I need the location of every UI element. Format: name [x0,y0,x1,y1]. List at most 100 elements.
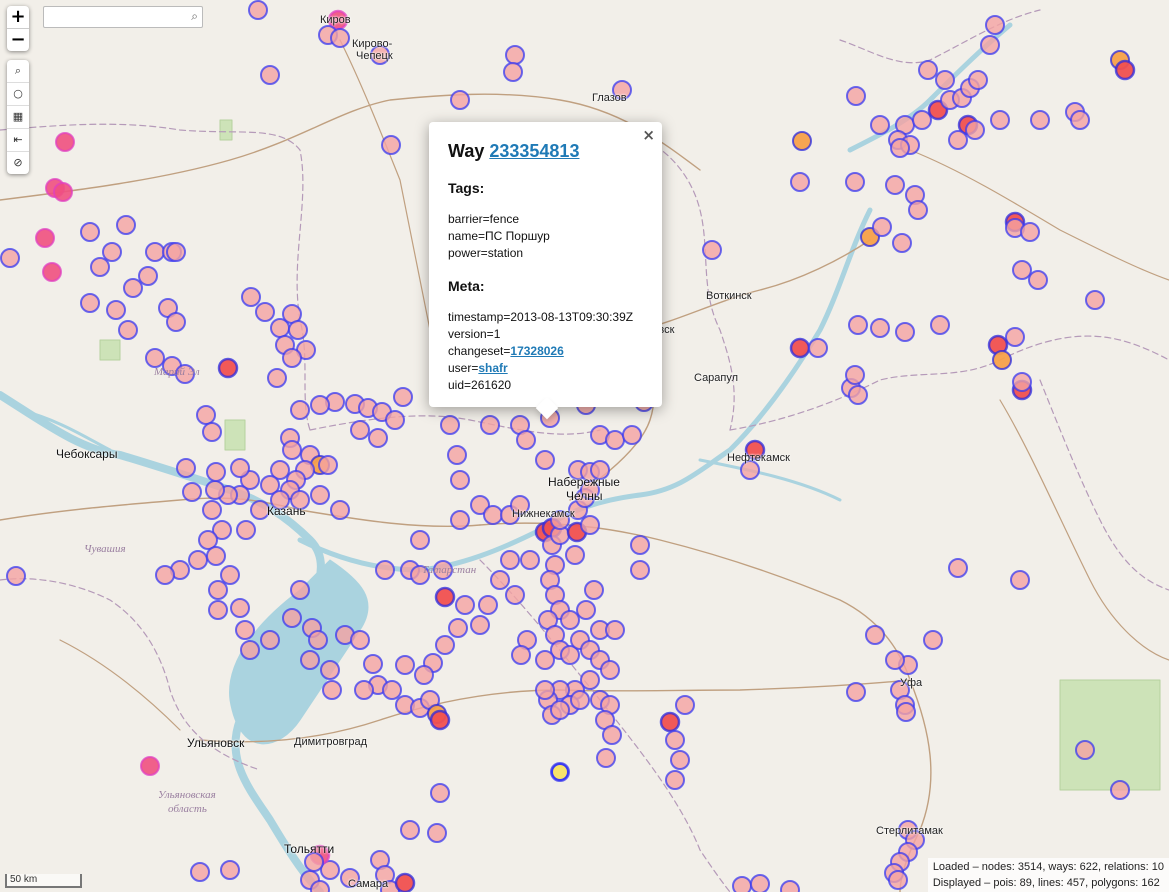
changeset-link[interactable]: 17328026 [510,344,563,358]
poi-marker[interactable] [520,550,540,570]
poi-marker[interactable] [535,450,555,470]
poi-marker[interactable] [260,65,280,85]
poi-marker[interactable] [500,550,520,570]
poi-marker[interactable] [440,415,460,435]
poi-marker[interactable] [381,135,401,155]
poi-marker[interactable] [1114,59,1136,81]
poi-marker[interactable] [290,400,310,420]
poi-marker[interactable] [846,86,866,106]
poi-marker[interactable] [576,600,596,620]
poi-marker[interactable] [53,182,73,202]
poi-marker[interactable] [888,870,908,890]
poi-marker[interactable] [789,337,811,359]
poi-marker[interactable] [230,598,250,618]
poi-marker[interactable] [382,680,402,700]
poi-marker[interactable] [206,462,226,482]
poi-marker[interactable] [848,385,868,405]
poi-marker[interactable] [622,425,642,445]
poi-marker[interactable] [116,215,136,235]
poi-marker[interactable] [505,45,525,65]
poi-marker[interactable] [202,422,222,442]
poi-marker[interactable] [450,510,470,530]
poi-marker[interactable] [220,860,240,880]
poi-marker[interactable] [217,357,239,379]
poi-marker[interactable] [1012,372,1032,392]
poi-marker[interactable] [138,266,158,286]
poi-marker[interactable] [670,750,690,770]
poi-marker[interactable] [892,233,912,253]
poi-marker[interactable] [665,770,685,790]
poi-marker[interactable] [630,535,650,555]
poi-marker[interactable] [330,28,350,48]
way-id-link[interactable]: 233354813 [489,141,579,161]
close-icon[interactable]: × [642,126,655,144]
poi-marker[interactable] [230,458,250,478]
poi-marker[interactable] [490,570,510,590]
search-input[interactable] [47,7,181,27]
poi-marker[interactable] [846,682,866,702]
poi-marker[interactable] [845,172,865,192]
poi-marker[interactable] [896,702,916,722]
poi-marker[interactable] [550,700,570,720]
poi-marker[interactable] [845,365,865,385]
poi-marker[interactable] [236,520,256,540]
poi-marker[interactable] [675,695,695,715]
poi-marker[interactable] [1010,570,1030,590]
poi-marker[interactable] [196,405,216,425]
poi-marker[interactable] [395,655,415,675]
poi-marker[interactable] [318,455,338,475]
collapse-icon[interactable]: ⇤ [7,129,29,152]
poi-marker[interactable] [267,368,287,388]
poi-marker[interactable] [118,320,138,340]
poi-marker[interactable] [176,458,196,478]
poi-marker[interactable] [282,348,302,368]
poi-marker[interactable] [992,350,1012,370]
poi-marker[interactable] [410,530,430,550]
poi-marker[interactable] [308,630,328,650]
poi-marker[interactable] [354,680,374,700]
poi-marker[interactable] [1070,110,1090,130]
poi-marker[interactable] [895,322,915,342]
poi-marker[interactable] [320,660,340,680]
poi-marker[interactable] [350,420,370,440]
zoom-out-button[interactable]: − [7,29,29,51]
poi-marker[interactable] [241,287,261,307]
poi-marker[interactable] [427,823,447,843]
poi-marker[interactable] [123,278,143,298]
poi-marker[interactable] [792,131,812,151]
poi-marker[interactable] [912,110,932,130]
poi-marker[interactable] [248,0,268,20]
user-link[interactable]: shafr [478,361,507,375]
poi-marker[interactable] [505,585,525,605]
zoom-in-button[interactable]: + [7,6,29,29]
poi-marker[interactable] [385,410,405,430]
poi-marker[interactable] [570,690,590,710]
poi-marker[interactable] [430,783,450,803]
poi-marker[interactable] [145,348,165,368]
poi-marker[interactable] [102,242,122,262]
poi-marker[interactable] [282,608,302,628]
poi-marker[interactable] [300,650,320,670]
poi-marker[interactable] [948,558,968,578]
poi-marker[interactable] [208,580,228,600]
poi-marker[interactable] [310,485,330,505]
poi-marker[interactable] [310,395,330,415]
poi-marker[interactable] [235,620,255,640]
poi-marker[interactable] [208,600,228,620]
poi-marker[interactable] [483,505,503,525]
poi-marker[interactable] [429,709,451,731]
poi-marker[interactable] [630,560,650,580]
poi-marker[interactable] [350,630,370,650]
circle-icon[interactable]: ○ [7,83,29,106]
poi-marker[interactable] [447,445,467,465]
poi-marker[interactable] [220,565,240,585]
poi-marker[interactable] [750,874,770,892]
poi-marker[interactable] [948,130,968,150]
poi-marker[interactable] [155,565,175,585]
poi-marker[interactable] [605,430,625,450]
poi-marker[interactable] [930,315,950,335]
poi-marker[interactable] [480,415,500,435]
poi-marker[interactable] [435,635,455,655]
poi-marker[interactable] [1020,222,1040,242]
poi-marker[interactable] [535,650,555,670]
